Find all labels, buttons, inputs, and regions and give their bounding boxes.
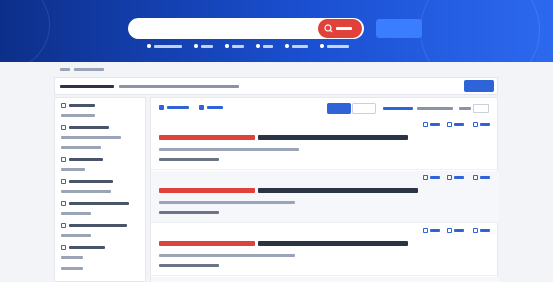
decorative-circle xyxy=(0,0,50,62)
download-pdf[interactable] xyxy=(423,175,440,180)
breadcrumb-current xyxy=(74,67,104,71)
page-size-control xyxy=(459,104,489,113)
view-table-tab[interactable] xyxy=(352,103,376,114)
filter-label xyxy=(60,85,114,88)
search-hero xyxy=(0,0,553,62)
download-pdf[interactable] xyxy=(423,122,440,127)
facet-group[interactable] xyxy=(61,125,109,130)
scope-option[interactable] xyxy=(320,44,349,48)
results-panel xyxy=(150,97,499,282)
download-excel[interactable] xyxy=(473,122,490,127)
facet-group[interactable] xyxy=(61,179,113,184)
result-title[interactable] xyxy=(159,135,408,140)
download-word[interactable] xyxy=(447,228,464,233)
result-item[interactable] xyxy=(151,118,499,170)
page-size-select[interactable] xyxy=(473,104,489,113)
facet-item[interactable] xyxy=(61,267,83,270)
result-title[interactable] xyxy=(159,241,408,246)
results-toolbar xyxy=(157,102,493,116)
result-category xyxy=(159,158,219,161)
export-button[interactable] xyxy=(464,80,494,92)
result-title[interactable] xyxy=(159,188,418,193)
scope-option[interactable] xyxy=(147,44,182,48)
search-scope-options xyxy=(147,44,349,48)
facet-item[interactable] xyxy=(61,212,91,215)
sort-toggle[interactable] xyxy=(383,107,413,110)
facet-item[interactable] xyxy=(61,256,83,259)
download-word[interactable] xyxy=(447,122,464,127)
breadcrumb xyxy=(60,64,104,74)
result-meta xyxy=(159,148,299,151)
facet-group[interactable] xyxy=(61,103,95,108)
facet-item[interactable] xyxy=(61,136,121,139)
chart-icon xyxy=(199,105,204,110)
filter-summary xyxy=(119,85,239,88)
result-category xyxy=(159,211,219,214)
filter-conditions-bar xyxy=(54,77,498,95)
download-word[interactable] xyxy=(447,175,464,180)
download-pdf[interactable] xyxy=(423,228,440,233)
scope-option[interactable] xyxy=(256,44,273,48)
download-icon xyxy=(159,105,164,110)
scope-option[interactable] xyxy=(285,44,308,48)
result-count xyxy=(417,107,453,110)
facet-item[interactable] xyxy=(61,234,91,237)
search-button[interactable] xyxy=(318,19,362,38)
breadcrumb-home[interactable] xyxy=(60,67,70,71)
scope-option[interactable] xyxy=(225,44,244,48)
visualize-button[interactable] xyxy=(199,105,223,110)
download-excel[interactable] xyxy=(473,228,490,233)
advanced-search-button[interactable] xyxy=(376,19,422,38)
facet-item[interactable] xyxy=(61,168,85,171)
search-icon xyxy=(324,24,352,33)
result-category xyxy=(159,264,219,267)
facet-group[interactable] xyxy=(61,245,105,250)
facet-item[interactable] xyxy=(61,114,95,117)
result-item[interactable] xyxy=(151,171,499,223)
result-meta xyxy=(159,201,295,204)
facet-group[interactable] xyxy=(61,201,129,206)
batch-download-button[interactable] xyxy=(159,105,189,110)
facet-item[interactable] xyxy=(61,146,101,149)
scope-option[interactable] xyxy=(194,44,213,48)
result-item[interactable] xyxy=(151,224,499,276)
facet-group[interactable] xyxy=(61,223,127,228)
facet-group[interactable] xyxy=(61,157,103,162)
facet-sidebar xyxy=(54,97,146,282)
result-meta xyxy=(159,254,295,257)
download-excel[interactable] xyxy=(473,175,490,180)
decorative-circle xyxy=(420,0,540,62)
result-item[interactable] xyxy=(151,277,499,282)
view-card-tab[interactable] xyxy=(327,103,351,114)
facet-item[interactable] xyxy=(61,190,111,193)
